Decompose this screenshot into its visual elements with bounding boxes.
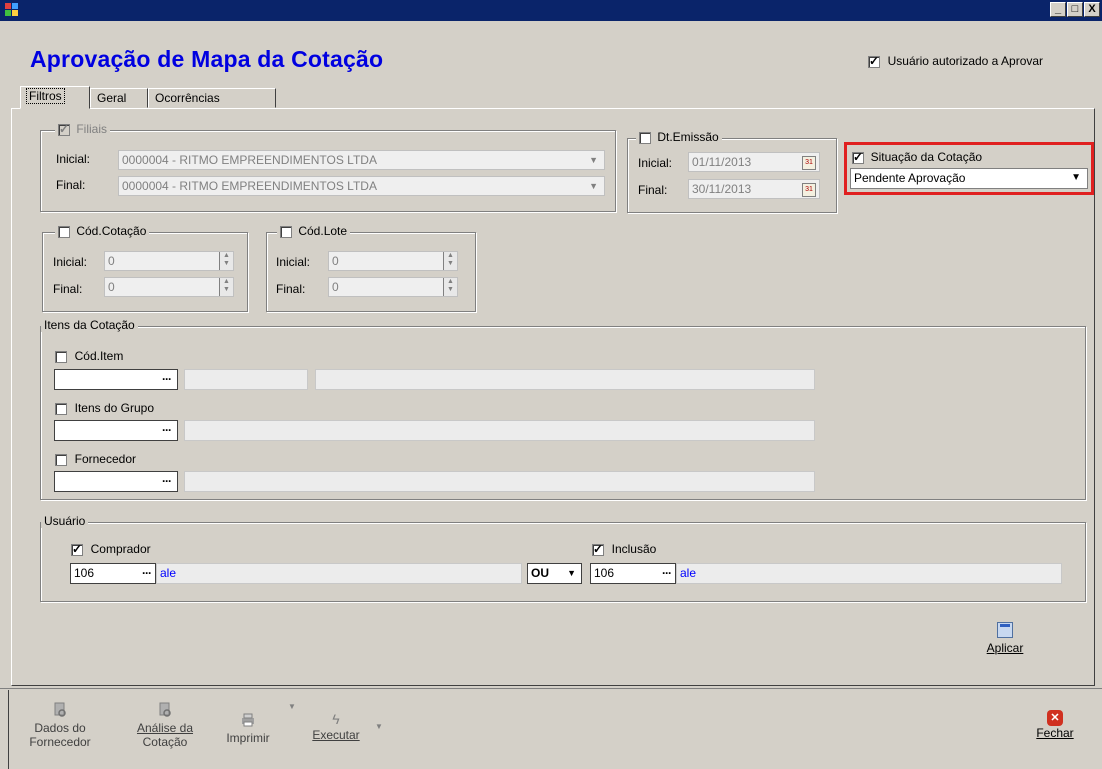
chevron-down-icon[interactable]: ▼: [1071, 169, 1081, 187]
checkbox-icon[interactable]: [55, 402, 67, 415]
close-icon: ✕: [1047, 710, 1063, 726]
lookup-icon[interactable]: ···: [662, 564, 672, 582]
lote-inicial-label: Inicial:: [276, 255, 311, 269]
checkbox-icon[interactable]: [868, 54, 880, 68]
cotacao-final-label: Final:: [53, 282, 83, 296]
fechar-button[interactable]: ✕ Fechar: [1030, 710, 1080, 740]
comprador-code-input[interactable]: 106 ···: [70, 563, 156, 584]
authorized-label: Usuário autorizado a Aprovar: [887, 54, 1044, 68]
dados-fornecedor-button[interactable]: Dados do Fornecedor: [20, 702, 100, 749]
inclusao-code-input[interactable]: 106 ···: [590, 563, 676, 584]
checkbox-icon[interactable]: [58, 122, 70, 136]
lookup-icon[interactable]: ···: [162, 421, 172, 439]
page-title: Aprovação de Mapa da Cotação: [30, 46, 384, 72]
dt-inicial-label: Inicial:: [638, 156, 673, 170]
itens-grupo-input[interactable]: ···: [54, 420, 178, 441]
app-icon: [5, 3, 19, 17]
executar-button[interactable]: ϟ Executar: [306, 712, 366, 742]
cod-lote-group: Cód.Lote: [266, 224, 476, 312]
imprimir-button[interactable]: Imprimir: [218, 712, 278, 745]
checkbox-icon[interactable]: [592, 542, 604, 556]
close-window-button[interactable]: X: [1084, 2, 1100, 17]
operator-select[interactable]: OU ▼: [527, 563, 582, 584]
usuario-legend: Usuário: [41, 514, 89, 528]
executar-dropdown-icon[interactable]: ▼: [375, 722, 383, 731]
lote-final-input[interactable]: 0 ▲ ▼: [328, 277, 458, 297]
filiais-final-select[interactable]: 0000004 - RITMO EMPREENDIMENTOS LTDA ▼: [118, 176, 605, 196]
calendar-icon[interactable]: 31: [802, 156, 816, 170]
imprimir-dropdown-icon[interactable]: ▼: [288, 702, 296, 711]
cod-item-input[interactable]: ···: [54, 369, 178, 390]
cotacao-final-input[interactable]: 0 ▲ ▼: [104, 277, 234, 297]
checkbox-icon[interactable]: [280, 225, 292, 238]
itens-grupo-checkbox[interactable]: Itens do Grupo: [55, 400, 154, 415]
filiais-inicial-select[interactable]: 0000004 - RITMO EMPREENDIMENTOS LTDA ▼: [118, 150, 605, 170]
toolbar-divider: [0, 688, 1102, 689]
checkbox-icon[interactable]: [852, 150, 864, 164]
lookup-icon[interactable]: ···: [162, 370, 172, 388]
tab-ocorrencias[interactable]: Ocorrências: [148, 88, 276, 108]
fornecedor-checkbox[interactable]: Fornecedor: [55, 451, 136, 466]
magnifier-document-icon: [157, 702, 173, 718]
cod-cotacao-legend[interactable]: Cód.Cotação: [55, 224, 150, 238]
cotacao-inicial-input[interactable]: 0 ▲ ▼: [104, 251, 234, 271]
inclusao-name: ale: [676, 563, 1062, 584]
cod-item-checkbox[interactable]: Cód.Item: [55, 348, 123, 363]
tab-filtros[interactable]: Filtros: [20, 86, 90, 109]
fornecedor-description: [184, 471, 815, 492]
aplicar-button[interactable]: Aplicar: [980, 622, 1030, 655]
dt-emissao-legend[interactable]: Dt.Emissão: [636, 130, 722, 144]
filiais-inicial-label: Inicial:: [56, 152, 91, 166]
lote-inicial-input[interactable]: 0 ▲ ▼: [328, 251, 458, 271]
maximize-button[interactable]: □: [1067, 2, 1083, 17]
tab-geral[interactable]: Geral: [90, 88, 148, 108]
magnifier-document-icon: [52, 702, 68, 718]
usuario-group: Usuário: [40, 514, 1086, 602]
inclusao-checkbox[interactable]: Inclusão: [592, 541, 656, 556]
checkbox-icon[interactable]: [55, 453, 67, 466]
calendar-icon[interactable]: 31: [802, 183, 816, 197]
lookup-icon[interactable]: ···: [162, 472, 172, 490]
cod-lote-legend[interactable]: Cód.Lote: [277, 224, 351, 238]
situacao-select[interactable]: Pendente Aprovação ▼: [850, 168, 1088, 189]
toolbar-left-edge: [8, 690, 9, 769]
cod-cotacao-group: Cód.Cotação: [42, 224, 248, 312]
dt-final-label: Final:: [638, 183, 668, 197]
authorized-checkbox[interactable]: Usuário autorizado a Aprovar: [868, 53, 1043, 68]
dt-inicial-field[interactable]: 01/11/2013 31: [688, 152, 820, 172]
comprador-checkbox[interactable]: Comprador: [71, 541, 151, 556]
cod-item-description: [315, 369, 815, 390]
fornecedor-input[interactable]: ···: [54, 471, 178, 492]
filiais-legend[interactable]: Filiais: [55, 122, 111, 136]
itens-grupo-description: [184, 420, 815, 441]
cod-item-ref: [184, 369, 308, 390]
filiais-group: Filiais: [40, 122, 616, 212]
checkbox-icon[interactable]: [639, 131, 651, 144]
checkbox-icon[interactable]: [58, 225, 70, 238]
minimize-button[interactable]: _: [1050, 2, 1066, 17]
spinner-icon[interactable]: ▲ ▼: [219, 252, 233, 270]
dt-emissao-group: Dt.Emissão: [627, 130, 837, 213]
lightning-icon: ϟ: [332, 711, 340, 727]
spinner-icon[interactable]: ▲ ▼: [443, 252, 457, 270]
itens-legend: Itens da Cotação: [41, 318, 138, 332]
chevron-down-icon[interactable]: ▼: [567, 564, 576, 582]
filiais-final-label: Final:: [56, 178, 86, 192]
comprador-name: ale: [156, 563, 522, 584]
checkbox-icon[interactable]: [55, 350, 67, 363]
analise-cotacao-button[interactable]: Análise da Cotação: [125, 702, 205, 749]
checkbox-icon[interactable]: [71, 542, 83, 556]
dt-final-field[interactable]: 30/11/2013 31: [688, 179, 820, 199]
spinner-icon[interactable]: ▲ ▼: [219, 278, 233, 296]
title-bar: _ □ X: [0, 0, 1102, 21]
printer-icon: [240, 712, 256, 728]
cotacao-inicial-label: Inicial:: [53, 255, 88, 269]
spinner-icon[interactable]: ▲ ▼: [443, 278, 457, 296]
apply-icon: [997, 622, 1013, 638]
lote-final-label: Final:: [276, 282, 306, 296]
lookup-icon[interactable]: ···: [142, 564, 152, 582]
situacao-checkbox[interactable]: Situação da Cotação: [852, 149, 982, 164]
